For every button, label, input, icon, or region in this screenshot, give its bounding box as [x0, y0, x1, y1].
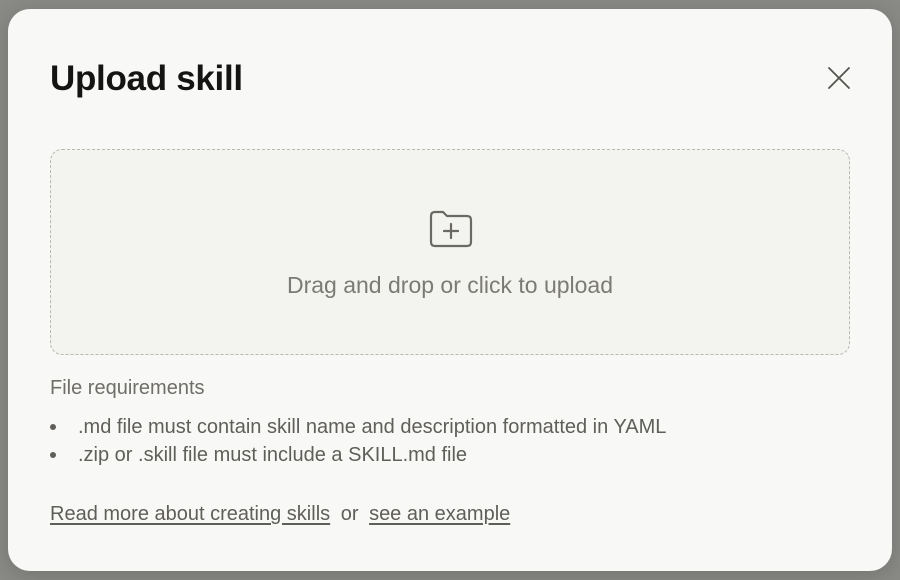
- folder-plus-icon: [429, 210, 473, 248]
- close-button[interactable]: [824, 63, 854, 93]
- upload-skill-dialog: Upload skill Drag and drop or click to u…: [8, 9, 892, 571]
- requirements-heading: File requirements: [50, 377, 205, 399]
- help-links: Read more about creating skills or see a…: [50, 503, 510, 526]
- bullet-icon: [50, 424, 56, 430]
- links-separator: or: [340, 503, 359, 525]
- list-item: .md file must contain skill name and des…: [50, 413, 666, 441]
- bullet-icon: [50, 452, 56, 458]
- requirement-text: .zip or .skill file must include a SKILL…: [78, 444, 468, 466]
- upload-dropzone[interactable]: Drag and drop or click to upload: [50, 149, 850, 355]
- dialog-title: Upload skill: [50, 59, 243, 98]
- dropzone-label: Drag and drop or click to upload: [286, 272, 614, 298]
- list-item: .zip or .skill file must include a SKILL…: [50, 441, 666, 469]
- requirements-list: .md file must contain skill name and des…: [50, 413, 666, 469]
- see-example-link[interactable]: see an example: [369, 503, 510, 525]
- close-icon: [828, 67, 850, 89]
- read-more-link[interactable]: Read more about creating skills: [50, 503, 330, 525]
- requirement-text: .md file must contain skill name and des…: [78, 416, 667, 438]
